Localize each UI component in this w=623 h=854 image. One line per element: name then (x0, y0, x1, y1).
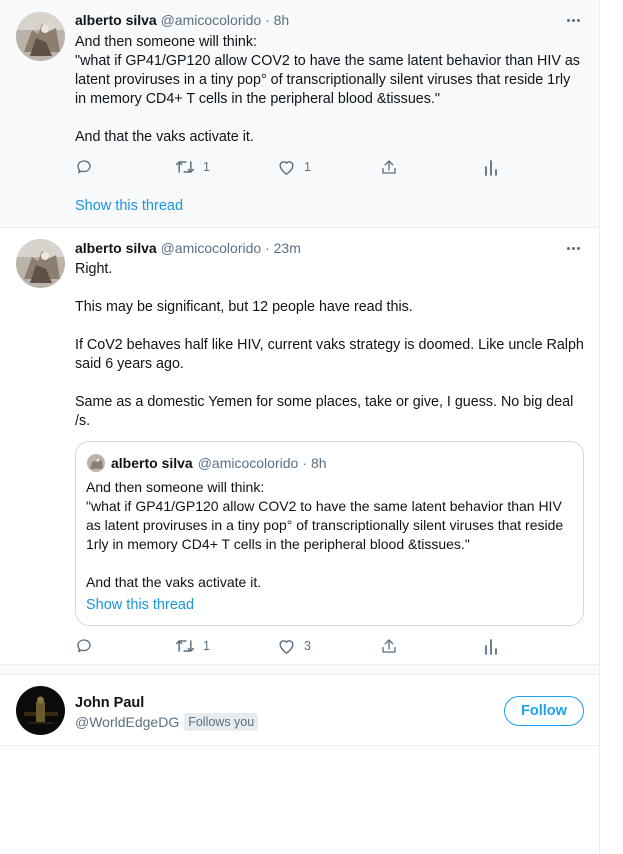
show-thread-link[interactable]: Show this thread (86, 596, 194, 615)
more-icon (566, 18, 570, 22)
user-name[interactable]: John Paul (75, 693, 144, 713)
follows-you-badge: Follows you (184, 713, 259, 731)
show-thread-link[interactable]: Show this thread (75, 197, 183, 216)
quoted-tweet-header: alberto silva @amicocolorido · 8h (87, 453, 327, 473)
separator: · (302, 455, 307, 471)
analytics-button[interactable] (483, 636, 499, 656)
more-options-button[interactable] (563, 242, 583, 254)
like-button[interactable]: 1 (277, 157, 311, 177)
retweet-icon (175, 640, 195, 652)
author-handle: @amicocolorido (197, 455, 299, 471)
tweet-header: alberto silva @amicocolorido · 8h (75, 10, 289, 30)
author-handle[interactable]: @amicocolorido (161, 12, 262, 28)
author-name: alberto silva (111, 455, 193, 471)
heart-icon (279, 161, 294, 175)
share-button[interactable] (380, 157, 398, 177)
quoted-tweet[interactable]: alberto silva @amicocolorido · 8h And th… (75, 441, 584, 626)
tweet[interactable]: alberto silva @amicocolorido · 8h And th… (0, 0, 599, 228)
timeline-column: alberto silva @amicocolorido · 8h And th… (0, 0, 600, 854)
timestamp[interactable]: 8h (274, 12, 290, 28)
timestamp: 8h (310, 455, 327, 471)
analytics-button[interactable] (483, 157, 499, 177)
more-icon (566, 246, 570, 250)
author-name[interactable]: alberto silva (75, 240, 157, 256)
tweet-actions: 1 3 (75, 636, 505, 656)
analytics-icon (485, 639, 497, 655)
reply-icon (77, 639, 91, 653)
author-name[interactable]: alberto silva (75, 12, 157, 28)
reply-button[interactable] (75, 157, 93, 177)
reply-button[interactable] (75, 636, 93, 656)
user-handle-row: @WorldEdgeDG Follows you (75, 712, 259, 732)
retweet-button[interactable]: 1 (175, 157, 210, 177)
tweet-text: Right. This may be significant, but 12 p… (75, 261, 584, 429)
timestamp[interactable]: 23m (274, 240, 301, 256)
share-icon (382, 160, 396, 174)
heart-icon (279, 640, 294, 654)
retweet-button[interactable]: 1 (175, 636, 210, 656)
share-button[interactable] (380, 636, 398, 656)
author-handle[interactable]: @amicocolorido (161, 240, 262, 256)
quoted-tweet-text: And then someone will think: "what if GP… (86, 479, 564, 590)
separator: · (265, 240, 270, 256)
avatar[interactable] (16, 686, 65, 735)
avatar[interactable] (16, 12, 65, 61)
retweet-icon (175, 161, 195, 173)
follow-button[interactable]: Follow (504, 696, 584, 726)
tweet-header: alberto silva @amicocolorido · 23m (75, 238, 301, 258)
more-options-button[interactable] (563, 14, 583, 26)
section-divider (0, 664, 599, 675)
share-icon (382, 639, 396, 653)
like-count: 3 (304, 639, 311, 653)
reply-icon (77, 160, 91, 174)
user-handle[interactable]: @WorldEdgeDG (75, 712, 179, 732)
like-count: 1 (304, 160, 311, 174)
retweet-count: 1 (203, 160, 210, 174)
retweet-count: 1 (203, 639, 210, 653)
avatar[interactable] (16, 239, 65, 288)
avatar (87, 454, 105, 472)
separator: · (265, 12, 270, 28)
like-button[interactable]: 3 (277, 636, 311, 656)
tweet-text: And then someone will think: "what if GP… (75, 34, 580, 145)
tweet[interactable]: alberto silva @amicocolorido · 23m Right… (0, 228, 599, 664)
analytics-icon (485, 160, 497, 176)
tweet-actions: 1 1 (75, 157, 505, 177)
user-cell[interactable]: John Paul @WorldEdgeDG Follows you Follo… (0, 675, 599, 746)
